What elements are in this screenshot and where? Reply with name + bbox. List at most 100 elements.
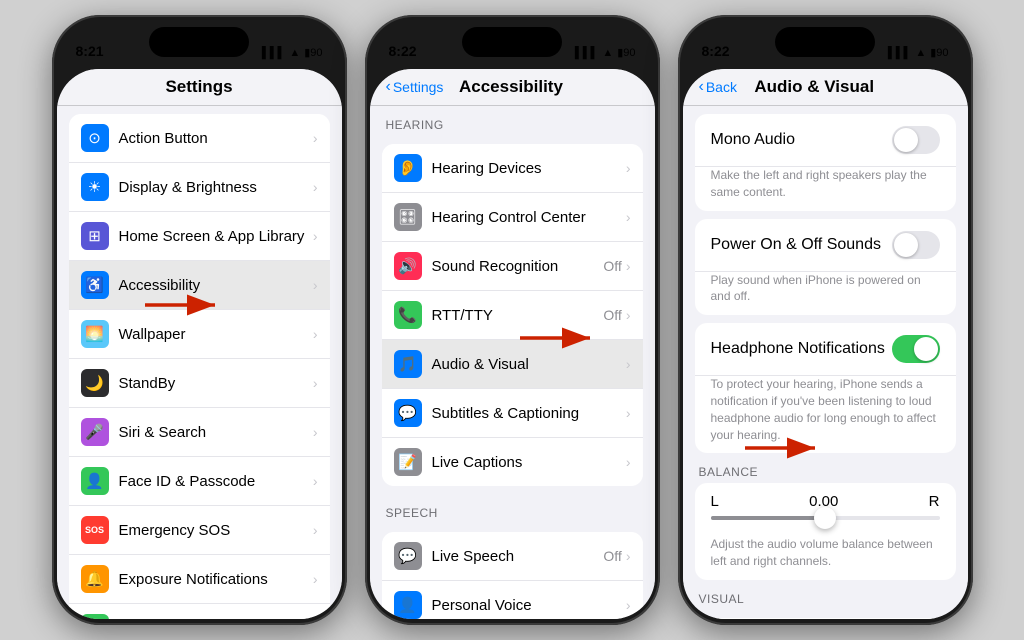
item-display-brightness[interactable]: ☀ Display & Brightness › — [69, 163, 330, 212]
chevron-sound-icon: › — [626, 258, 631, 274]
back-label-2: Settings — [393, 79, 444, 95]
nav-header-1: Settings — [57, 69, 342, 106]
screen-1: Settings ⊙ Action Button › ☀ Display & B… — [57, 69, 342, 619]
accessibility-icon: ♿ — [81, 271, 109, 299]
item-label-personal-voice: Personal Voice — [432, 597, 626, 614]
chevron-display-icon: › — [313, 179, 318, 195]
back-button-3[interactable]: ‹ Back — [699, 78, 737, 96]
homescreen-icon: ⊞ — [81, 222, 109, 250]
power-sounds-left: Power On & Off Sounds — [711, 236, 892, 254]
item-personal-voice[interactable]: 👤 Personal Voice › — [382, 581, 643, 619]
item-exposure[interactable]: 🔔 Exposure Notifications › — [69, 555, 330, 604]
hearing-control-icon: 🎛 — [394, 203, 422, 231]
hearing-devices-icon: 👂 — [394, 154, 422, 182]
item-live-captions[interactable]: 📝 Live Captions › — [382, 438, 643, 486]
item-label-hearing-control: Hearing Control Center — [432, 209, 626, 226]
item-label-subtitles: Subtitles & Captioning — [432, 405, 626, 422]
mono-audio-left: Mono Audio — [711, 131, 892, 149]
balance-description: Adjust the audio volume balance between … — [711, 536, 940, 570]
mono-audio-label: Mono Audio — [711, 131, 892, 149]
time-3: 8:22 — [702, 43, 730, 59]
battery-icon-1: ▮90 — [304, 46, 322, 59]
settings-group-hearing: 👂 Hearing Devices › 🎛 Hearing Control Ce… — [382, 144, 643, 486]
item-accessibility[interactable]: ♿ Accessibility › — [69, 261, 330, 310]
item-label-exposure: Exposure Notifications — [119, 571, 313, 588]
item-mono-audio[interactable]: Mono Audio — [695, 114, 956, 167]
mono-audio-toggle[interactable] — [892, 126, 940, 154]
group-power-sounds: Power On & Off Sounds Play sound when iP… — [695, 219, 956, 316]
chevron-wallpaper-icon: › — [313, 326, 318, 342]
balance-slider-thumb[interactable] — [814, 507, 836, 529]
item-label-display: Display & Brightness — [119, 179, 313, 196]
settings-list-2[interactable]: HEARING 👂 Hearing Devices › 🎛 Hearing Co… — [370, 106, 655, 619]
nav-title-1: Settings — [165, 77, 232, 96]
item-rtt-tty[interactable]: 📞 RTT/TTY Off › — [382, 291, 643, 340]
group-mono-audio: Mono Audio Make the left and right speak… — [695, 114, 956, 211]
phone-3: 8:22 ▌▌▌ ▲ ▮90 ‹ Back Audio & Visual — [678, 15, 973, 625]
item-label-standby: StandBy — [119, 375, 313, 392]
status-icons-3: ▌▌▌ ▲ ▮90 — [888, 46, 949, 59]
item-led-flash[interactable]: LED Flash for Alerts Off › — [695, 618, 956, 619]
chevron-live-speech-icon: › — [626, 548, 631, 564]
phone-1: 8:21 ▌▌▌ ▲ ▮90 Settings ⊙ Action Button … — [52, 15, 347, 625]
item-subtitles[interactable]: 💬 Subtitles & Captioning › — [382, 389, 643, 438]
power-sounds-toggle[interactable] — [892, 231, 940, 259]
mono-audio-description: Make the left and right speakers play th… — [711, 167, 940, 201]
item-headphone[interactable]: Headphone Notifications — [695, 323, 956, 376]
item-battery[interactable]: 🔋 Battery › — [69, 604, 330, 619]
chevron-exposure-icon: › — [313, 571, 318, 587]
chevron-homescreen-icon: › — [313, 228, 318, 244]
nav-header-row-2: ‹ Settings Accessibility — [386, 77, 639, 97]
settings-group-visual: LED Flash for Alerts Off › — [695, 618, 956, 619]
back-arrow-icon-3: ‹ — [699, 78, 704, 96]
chevron-action-button-icon: › — [313, 130, 318, 146]
item-value-rtt: Off — [603, 307, 621, 323]
item-label-sound: Sound Recognition — [432, 258, 604, 275]
item-action-button[interactable]: ⊙ Action Button › — [69, 114, 330, 163]
item-audio-visual[interactable]: 🎵 Audio & Visual › — [382, 340, 643, 389]
item-label-homescreen: Home Screen & App Library — [119, 228, 313, 245]
settings-group-main-1: ⊙ Action Button › ☀ Display & Brightness… — [69, 114, 330, 619]
item-power-sounds[interactable]: Power On & Off Sounds — [695, 219, 956, 272]
display-icon: ☀ — [81, 173, 109, 201]
time-2: 8:22 — [389, 43, 417, 59]
item-wallpaper[interactable]: 🌅 Wallpaper › — [69, 310, 330, 359]
settings-detail-3[interactable]: Mono Audio Make the left and right speak… — [683, 106, 968, 619]
chevron-standby-icon: › — [313, 375, 318, 391]
screen-3: ‹ Back Audio & Visual Mono Audio — [683, 69, 968, 619]
item-faceid[interactable]: 👤 Face ID & Passcode › — [69, 457, 330, 506]
dynamic-island-3 — [775, 27, 875, 57]
balance-L-label: L — [711, 493, 719, 510]
balance-slider-fill — [711, 516, 826, 520]
battery-icon-2: ▮90 — [617, 46, 635, 59]
item-sound-recognition[interactable]: 🔊 Sound Recognition Off › — [382, 242, 643, 291]
settings-list-1[interactable]: ⊙ Action Button › ☀ Display & Brightness… — [57, 106, 342, 619]
wifi-icon-2: ▲ — [602, 47, 613, 59]
item-standby[interactable]: 🌙 StandBy › — [69, 359, 330, 408]
headphone-toggle[interactable] — [892, 335, 940, 363]
item-home-screen[interactable]: ⊞ Home Screen & App Library › — [69, 212, 330, 261]
item-label-live-speech: Live Speech — [432, 548, 604, 565]
item-siri-search[interactable]: 🎤 Siri & Search › — [69, 408, 330, 457]
back-arrow-icon-2: ‹ — [386, 78, 391, 96]
item-emergency-sos[interactable]: SOS Emergency SOS › — [69, 506, 330, 555]
chevron-hearing-devices-icon: › — [626, 160, 631, 176]
chevron-rtt-icon: › — [626, 307, 631, 323]
nav-header-row-3: ‹ Back Audio & Visual — [699, 77, 952, 97]
battery-icon: 🔋 — [81, 614, 109, 619]
chevron-sos-icon: › — [313, 522, 318, 538]
item-live-speech[interactable]: 💬 Live Speech Off › — [382, 532, 643, 581]
settings-group-speech: 💬 Live Speech Off › 👤 Personal Voice › — [382, 532, 643, 619]
group-headphone: Headphone Notifications To protect your … — [695, 323, 956, 453]
balance-slider-track[interactable] — [711, 516, 940, 520]
back-button-2[interactable]: ‹ Settings — [386, 78, 444, 96]
action-button-icon: ⊙ — [81, 124, 109, 152]
subtitles-icon: 💬 — [394, 399, 422, 427]
wallpaper-icon: 🌅 — [81, 320, 109, 348]
dynamic-island-2 — [462, 27, 562, 57]
chevron-live-captions-icon: › — [626, 454, 631, 470]
mono-audio-desc-wrap: Make the left and right speakers play th… — [695, 167, 956, 211]
signal-icon-3: ▌▌▌ — [888, 47, 911, 59]
item-hearing-control[interactable]: 🎛 Hearing Control Center › — [382, 193, 643, 242]
item-hearing-devices[interactable]: 👂 Hearing Devices › — [382, 144, 643, 193]
